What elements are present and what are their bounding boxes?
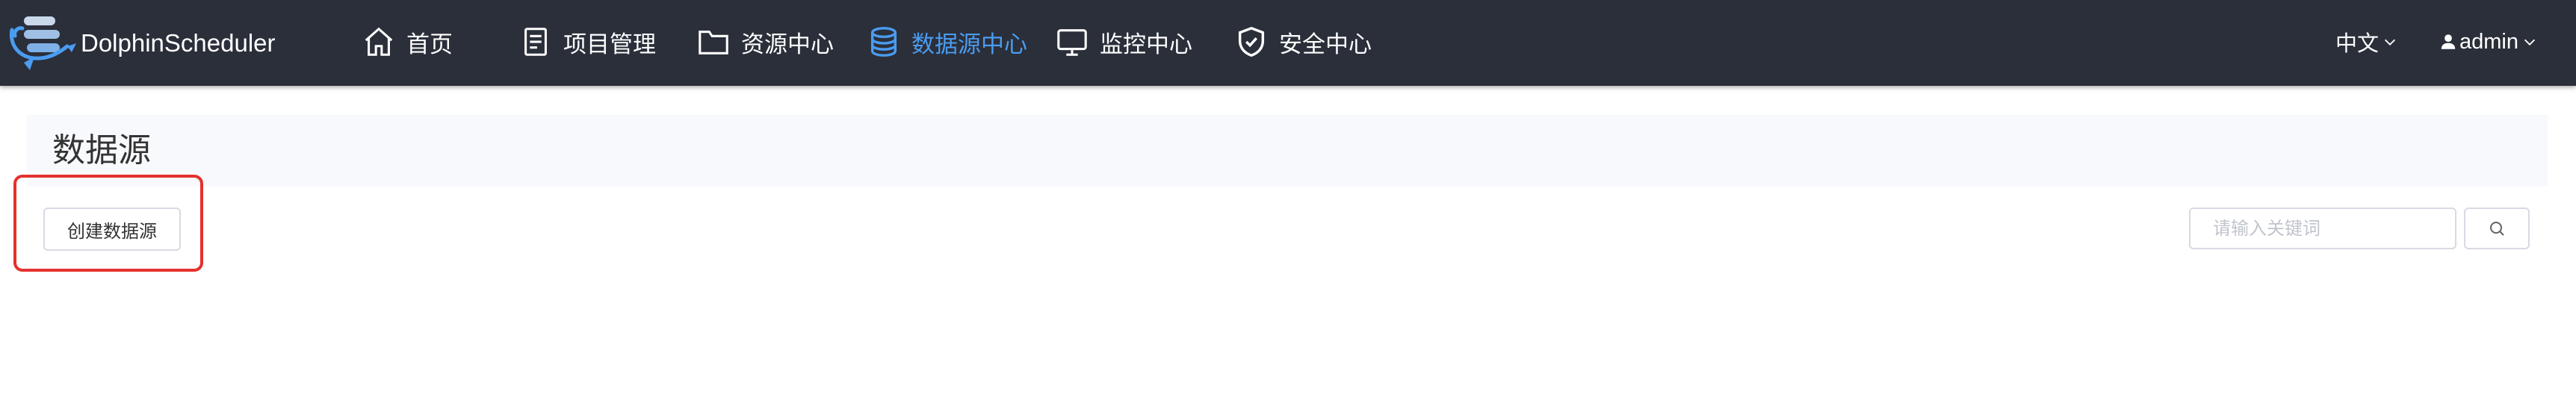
user-icon [2441, 34, 2456, 49]
shield-check-icon [1238, 26, 1265, 57]
search-input[interactable] [2189, 208, 2456, 249]
page-header: 数据源 [27, 115, 2548, 187]
home-icon [365, 27, 393, 56]
nav-label-resources: 资源中心 [741, 31, 834, 58]
user-menu[interactable]: admin [2439, 25, 2538, 58]
search-icon [2490, 222, 2504, 236]
user-name: admin [2459, 29, 2518, 54]
document-icon [524, 28, 547, 56]
monitor-icon [1057, 29, 1087, 56]
nav-item-datasource[interactable]: 数据源中心 [867, 22, 1027, 61]
nav-label-security: 安全中心 [1279, 31, 1372, 58]
nav-label-projects: 项目管理 [563, 31, 656, 58]
dolphin-logo-icon[interactable] [7, 13, 79, 73]
chevron-down-icon [2524, 39, 2536, 46]
nav-item-security[interactable]: 安全中心 [1234, 22, 1372, 61]
language-label: 中文 [2335, 31, 2380, 56]
create-datasource-button[interactable]: 创建数据源 [43, 208, 181, 251]
nav-item-monitor[interactable]: 监控中心 [1055, 22, 1192, 61]
nav-item-resources[interactable]: 资源中心 [696, 22, 834, 61]
nav-label-datasource: 数据源中心 [911, 31, 1027, 58]
search-button[interactable] [2464, 208, 2530, 249]
folder-icon [699, 31, 728, 54]
nav-label-home: 首页 [406, 31, 453, 58]
nav-label-monitor: 监控中心 [1100, 31, 1192, 58]
language-switcher[interactable]: 中文 [2335, 25, 2398, 58]
page-title: 数据源 [52, 131, 151, 169]
brand-name[interactable]: DolphinScheduler [81, 27, 276, 60]
chevron-down-icon [2384, 39, 2396, 46]
nav-item-projects[interactable]: 项目管理 [518, 22, 656, 61]
database-icon [870, 27, 897, 57]
top-navbar: DolphinScheduler 首页 项目管理 资源中心 数据源中心 监控中心 [0, 0, 2576, 86]
nav-item-home[interactable]: 首页 [362, 22, 453, 61]
